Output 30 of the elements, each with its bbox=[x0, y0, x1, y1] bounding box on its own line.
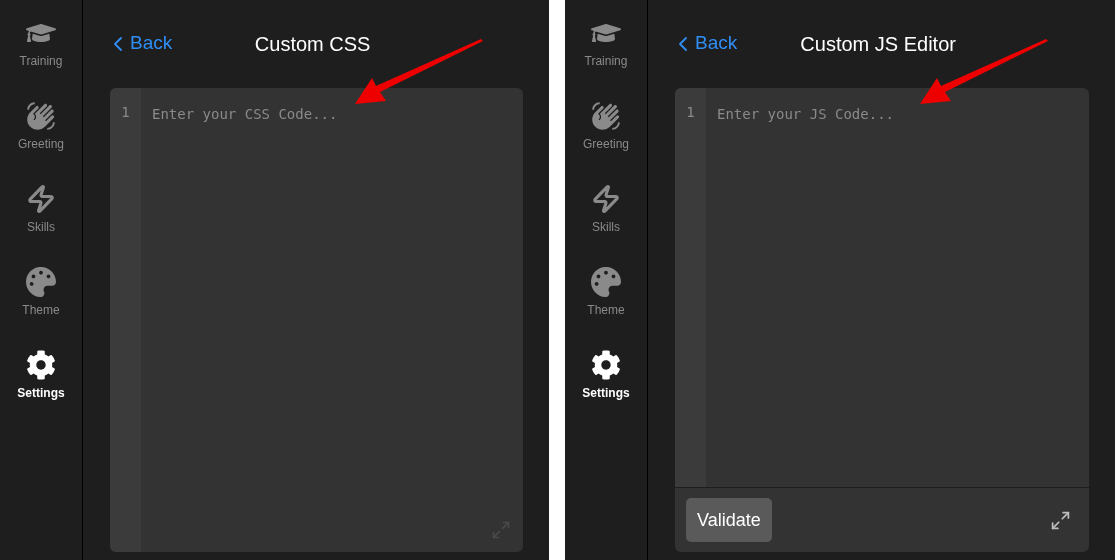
lightning-icon bbox=[591, 184, 621, 214]
validate-button[interactable]: Validate bbox=[686, 498, 772, 542]
waving-hand-icon bbox=[591, 101, 621, 131]
code-editor-field[interactable]: 1 Enter your JS Code... Validate bbox=[675, 88, 1089, 552]
code-editor-field[interactable]: 1 Enter your CSS Code... bbox=[110, 88, 523, 552]
code-placeholder: Enter your JS Code... bbox=[717, 106, 894, 122]
expand-icon[interactable] bbox=[1050, 509, 1071, 531]
waving-hand-icon bbox=[26, 101, 56, 131]
lightning-icon bbox=[26, 184, 56, 214]
back-link[interactable]: Back bbox=[110, 29, 173, 58]
line-number: 1 bbox=[686, 103, 695, 122]
palette-icon bbox=[26, 267, 56, 297]
sidebar-item[interactable]: Skills bbox=[3, 182, 79, 245]
sidebar-item[interactable]: Training bbox=[3, 16, 79, 79]
sidebar-item[interactable]: Greeting bbox=[3, 99, 79, 162]
page-title: Custom JS Editor bbox=[799, 31, 957, 57]
palette-icon bbox=[591, 267, 621, 297]
sidebar-item[interactable]: Settings bbox=[568, 348, 644, 411]
sidebar-item[interactable]: Skills bbox=[568, 182, 644, 245]
sidebar-item[interactable]: Settings bbox=[3, 348, 79, 411]
sidebar-item[interactable]: Training bbox=[568, 16, 644, 79]
sidebar-item[interactable]: Theme bbox=[568, 265, 644, 328]
page-title: Custom CSS bbox=[253, 31, 372, 57]
code-placeholder: Enter your CSS Code... bbox=[152, 106, 338, 122]
sidebar-item[interactable]: Theme bbox=[3, 265, 79, 328]
sidebar-item[interactable]: Greeting bbox=[568, 99, 644, 162]
settings-icon bbox=[591, 350, 621, 380]
settings-icon bbox=[26, 350, 56, 380]
back-link[interactable]: Back bbox=[675, 29, 738, 58]
line-number: 1 bbox=[121, 103, 130, 122]
